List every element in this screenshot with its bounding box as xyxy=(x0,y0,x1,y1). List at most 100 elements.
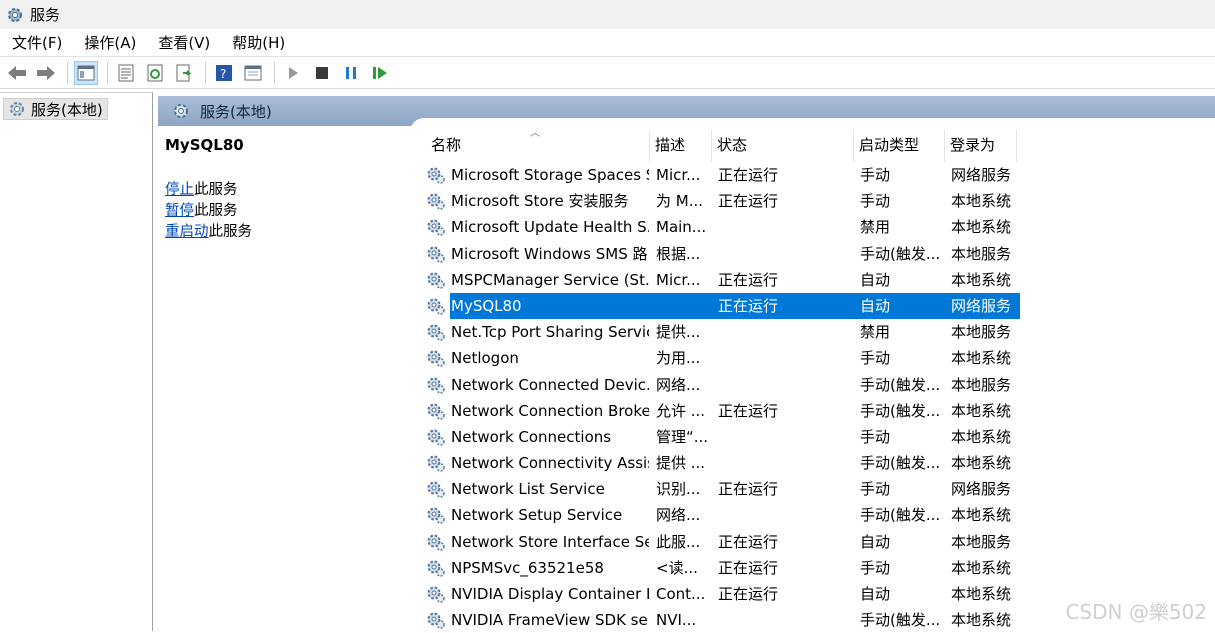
cell-name: Network Connection Broker xyxy=(451,401,649,420)
console-tree-icon xyxy=(77,65,95,80)
table-row[interactable]: Microsoft Storage Spaces S... Micr... 正在运行… xyxy=(426,162,1215,188)
column-header-startup-type[interactable]: 启动类型 xyxy=(854,130,945,162)
cell-status: 正在运行 xyxy=(718,192,779,211)
action-suffix: 此服务 xyxy=(194,203,238,219)
cell-name: Network Setup Service xyxy=(451,506,623,525)
service-gear-icon xyxy=(427,324,445,341)
cell-log-on-as: 本地服务 xyxy=(951,323,1012,342)
column-header-log-on-as[interactable]: 登录为 xyxy=(945,130,1017,162)
column-header-name[interactable]: 名称 xyxy=(426,130,650,162)
pause-service-link[interactable]: 暂停 xyxy=(165,203,194,219)
cell-description: 网络... xyxy=(656,375,701,394)
cell-log-on-as: 本地系统 xyxy=(951,558,1012,577)
table-row[interactable]: Microsoft Windows SMS 路... 根据... 手动(触发... 本… xyxy=(426,241,1215,267)
tree-item-services-local[interactable]: 服务(本地) xyxy=(3,98,108,120)
refresh-button[interactable] xyxy=(143,61,167,85)
cell-log-on-as: 本地系统 xyxy=(951,349,1012,368)
help-button[interactable]: ? xyxy=(212,61,236,85)
pause-service-button[interactable] xyxy=(339,61,363,85)
service-gear-icon xyxy=(427,560,445,577)
column-header-description[interactable]: 描述 xyxy=(650,130,712,162)
restart-action: 重启动此服务 xyxy=(165,222,405,243)
stop-service-link[interactable]: 停止 xyxy=(165,182,194,198)
cell-startup-type: 自动 xyxy=(860,585,891,603)
show-action-pane-button[interactable] xyxy=(241,61,265,85)
table-row[interactable]: Microsoft Update Health S... Main... 禁用 本地系… xyxy=(426,214,1215,240)
cell-description: 根据... xyxy=(656,244,701,263)
cell-log-on-as: 本地服务 xyxy=(951,532,1012,551)
table-row[interactable]: Network List Service 识别... 正在运行 手动 网络服务 xyxy=(426,476,1215,502)
table-row[interactable]: Network Store Interface Se... 此服... 正在运行 自动… xyxy=(426,529,1215,555)
menu-view[interactable]: 查看(V) xyxy=(146,32,220,53)
restart-service-button[interactable] xyxy=(368,61,392,85)
service-icon-cell xyxy=(426,479,450,499)
cell-log-on-as: 本地系统 xyxy=(951,270,1012,289)
menu-help[interactable]: 帮助(H) xyxy=(220,32,295,53)
cell-log-on-as: 网络服务 xyxy=(951,296,1012,315)
table-row[interactable]: MySQL80 正在运行 自动 网络服务 xyxy=(426,292,1215,319)
cell-status: 正在运行 xyxy=(718,558,779,577)
menu-bar: 文件(F) 操作(A) 查看(V) 帮助(H) xyxy=(0,29,1215,57)
service-gear-icon xyxy=(427,429,445,446)
table-row[interactable]: Network Connections 管理“... 手动 本地系统 xyxy=(426,424,1215,450)
menu-action[interactable]: 操作(A) xyxy=(72,32,146,53)
cell-description: Micr... xyxy=(656,270,701,289)
cell-log-on-as: 本地系统 xyxy=(951,427,1012,446)
table-body: Microsoft Storage Spaces S... Micr... 正在运行… xyxy=(426,162,1215,633)
cell-startup-type: 自动 xyxy=(860,296,891,315)
table-row[interactable]: MSPCManager Service (St... Micr... 正在运行 自动 本… xyxy=(426,267,1215,293)
forward-button[interactable] xyxy=(34,61,58,85)
cell-description: Micr... xyxy=(656,166,701,184)
service-icon-cell xyxy=(426,532,450,552)
cell-name: Microsoft Update Health S... xyxy=(451,218,649,237)
service-icon-cell xyxy=(426,191,450,211)
restart-icon xyxy=(373,66,387,79)
table-row[interactable]: NPSMSvc_63521e58 <读... 正在运行 手动 本地系统 xyxy=(426,555,1215,581)
action-suffix: 此服务 xyxy=(194,182,238,198)
properties-button[interactable] xyxy=(114,61,138,85)
service-gear-icon xyxy=(427,193,445,210)
back-button[interactable] xyxy=(5,61,29,85)
column-header-status[interactable]: 状态 xyxy=(712,130,854,162)
service-gear-icon xyxy=(427,586,445,603)
cell-startup-type: 手动 xyxy=(860,166,891,184)
table-row[interactable]: Network Setup Service 网络... 手动(触发... 本地系统 xyxy=(426,502,1215,528)
show-hide-console-tree-button[interactable] xyxy=(74,60,98,85)
table-row[interactable]: Netlogon 为用... 手动 本地系统 xyxy=(426,345,1215,371)
cell-log-on-as: 本地系统 xyxy=(951,506,1012,525)
cell-log-on-as: 本地系统 xyxy=(951,401,1012,420)
cell-log-on-as: 本地系统 xyxy=(951,454,1012,473)
table-row[interactable]: Network Connected Devic... 网络... 手动(触发... 本… xyxy=(426,372,1215,398)
export-icon xyxy=(176,64,192,81)
menu-file[interactable]: 文件(F) xyxy=(0,32,72,53)
service-icon-cell xyxy=(426,244,450,264)
cell-description: NVI... xyxy=(656,611,697,630)
service-icon-cell xyxy=(426,584,450,604)
service-gear-icon xyxy=(427,507,445,525)
cell-startup-type: 手动 xyxy=(860,349,891,368)
svg-text:?: ? xyxy=(220,67,226,81)
table-row[interactable]: Network Connectivity Assis... 提供 ... 手动(触发… xyxy=(426,450,1215,476)
service-icon-cell xyxy=(426,322,450,342)
stop-service-button[interactable] xyxy=(310,61,334,85)
table-row[interactable]: Network Connection Broker 允许 ... 正在运行 手动(触发… xyxy=(426,398,1215,424)
cell-log-on-as: 本地系统 xyxy=(951,192,1012,211)
cell-description: 网络... xyxy=(656,506,701,525)
cell-name: Microsoft Windows SMS 路... xyxy=(451,244,649,263)
cell-startup-type: 手动 xyxy=(860,558,891,577)
cell-description: <读... xyxy=(656,558,698,577)
export-list-button[interactable] xyxy=(172,61,196,85)
table-row[interactable]: Microsoft Store 安装服务 为 M... 正在运行 手动 本地系统 xyxy=(426,188,1215,214)
cell-log-on-as: 本地服务 xyxy=(951,375,1012,394)
cell-name: NVIDIA FrameView SDK se... xyxy=(451,611,649,630)
cell-name: Network Connected Devic... xyxy=(451,375,649,394)
table-row[interactable]: Net.Tcp Port Sharing Service 提供... 禁用 本地服务 xyxy=(426,319,1215,345)
service-gear-icon xyxy=(427,272,445,289)
service-description-pane: MySQL80 停止此服务 暂停此服务 重启动此服务 xyxy=(165,136,405,243)
cell-description: 提供... xyxy=(656,323,701,342)
start-service-button[interactable] xyxy=(281,61,305,85)
restart-service-link[interactable]: 重启动 xyxy=(165,224,209,240)
help-icon: ? xyxy=(216,64,232,81)
pause-icon xyxy=(346,66,356,79)
cell-description: 为用... xyxy=(656,349,701,368)
